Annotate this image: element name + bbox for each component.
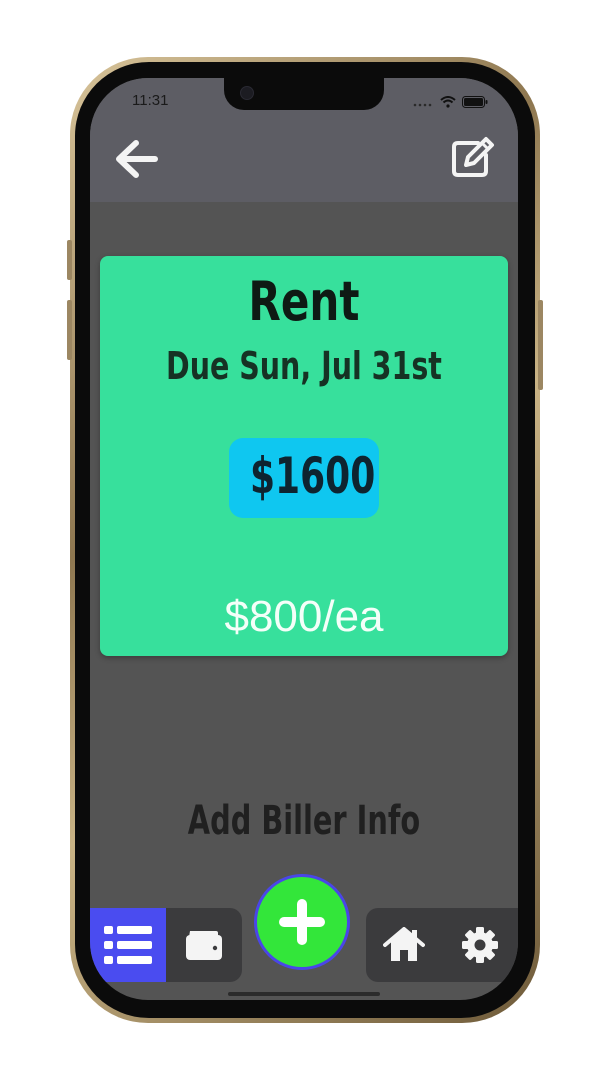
volume-down-button <box>67 300 72 360</box>
tab-home[interactable] <box>366 908 442 982</box>
arrow-left-icon <box>116 140 158 178</box>
volume-up-button <box>67 240 72 280</box>
list-icon <box>104 926 152 964</box>
app-screen: 11:31 Rent Due Sun, Jul 31st $1600 $800/… <box>90 78 518 1000</box>
status-time: 11:31 <box>132 92 169 109</box>
wallet-icon <box>186 931 222 960</box>
home-indicator[interactable] <box>228 992 380 996</box>
tab-wallet[interactable] <box>166 908 242 982</box>
status-icons <box>412 93 488 112</box>
home-icon <box>383 927 425 961</box>
split-amount: $800/ea <box>224 592 384 641</box>
bill-due-date: Due Sun, Jul 31st <box>166 344 442 388</box>
notch <box>224 78 384 110</box>
back-button[interactable] <box>110 136 162 182</box>
add-biller-info-button[interactable]: Add Biller Info <box>150 798 458 844</box>
camera-icon <box>240 86 254 100</box>
battery-icon <box>462 93 488 112</box>
edit-button[interactable] <box>446 134 498 180</box>
bill-amount: $1600 <box>250 447 376 505</box>
top-bar: 11:31 <box>90 78 518 202</box>
wifi-icon <box>440 93 456 112</box>
edit-icon <box>452 137 494 177</box>
plus-icon <box>279 899 325 945</box>
gear-icon <box>462 927 498 963</box>
add-bill-button[interactable] <box>254 874 350 970</box>
tab-bills-list[interactable] <box>90 908 166 982</box>
bill-title: Rent <box>248 270 360 333</box>
power-button <box>538 300 543 390</box>
tab-group-left <box>90 908 242 982</box>
tab-group-right <box>366 908 518 982</box>
bill-card[interactable]: Rent Due Sun, Jul 31st $1600 $800/ea <box>100 256 508 656</box>
tab-settings[interactable] <box>442 908 518 982</box>
cellular-dots-icon <box>412 93 434 112</box>
amount-badge[interactable]: $1600 <box>229 438 379 518</box>
